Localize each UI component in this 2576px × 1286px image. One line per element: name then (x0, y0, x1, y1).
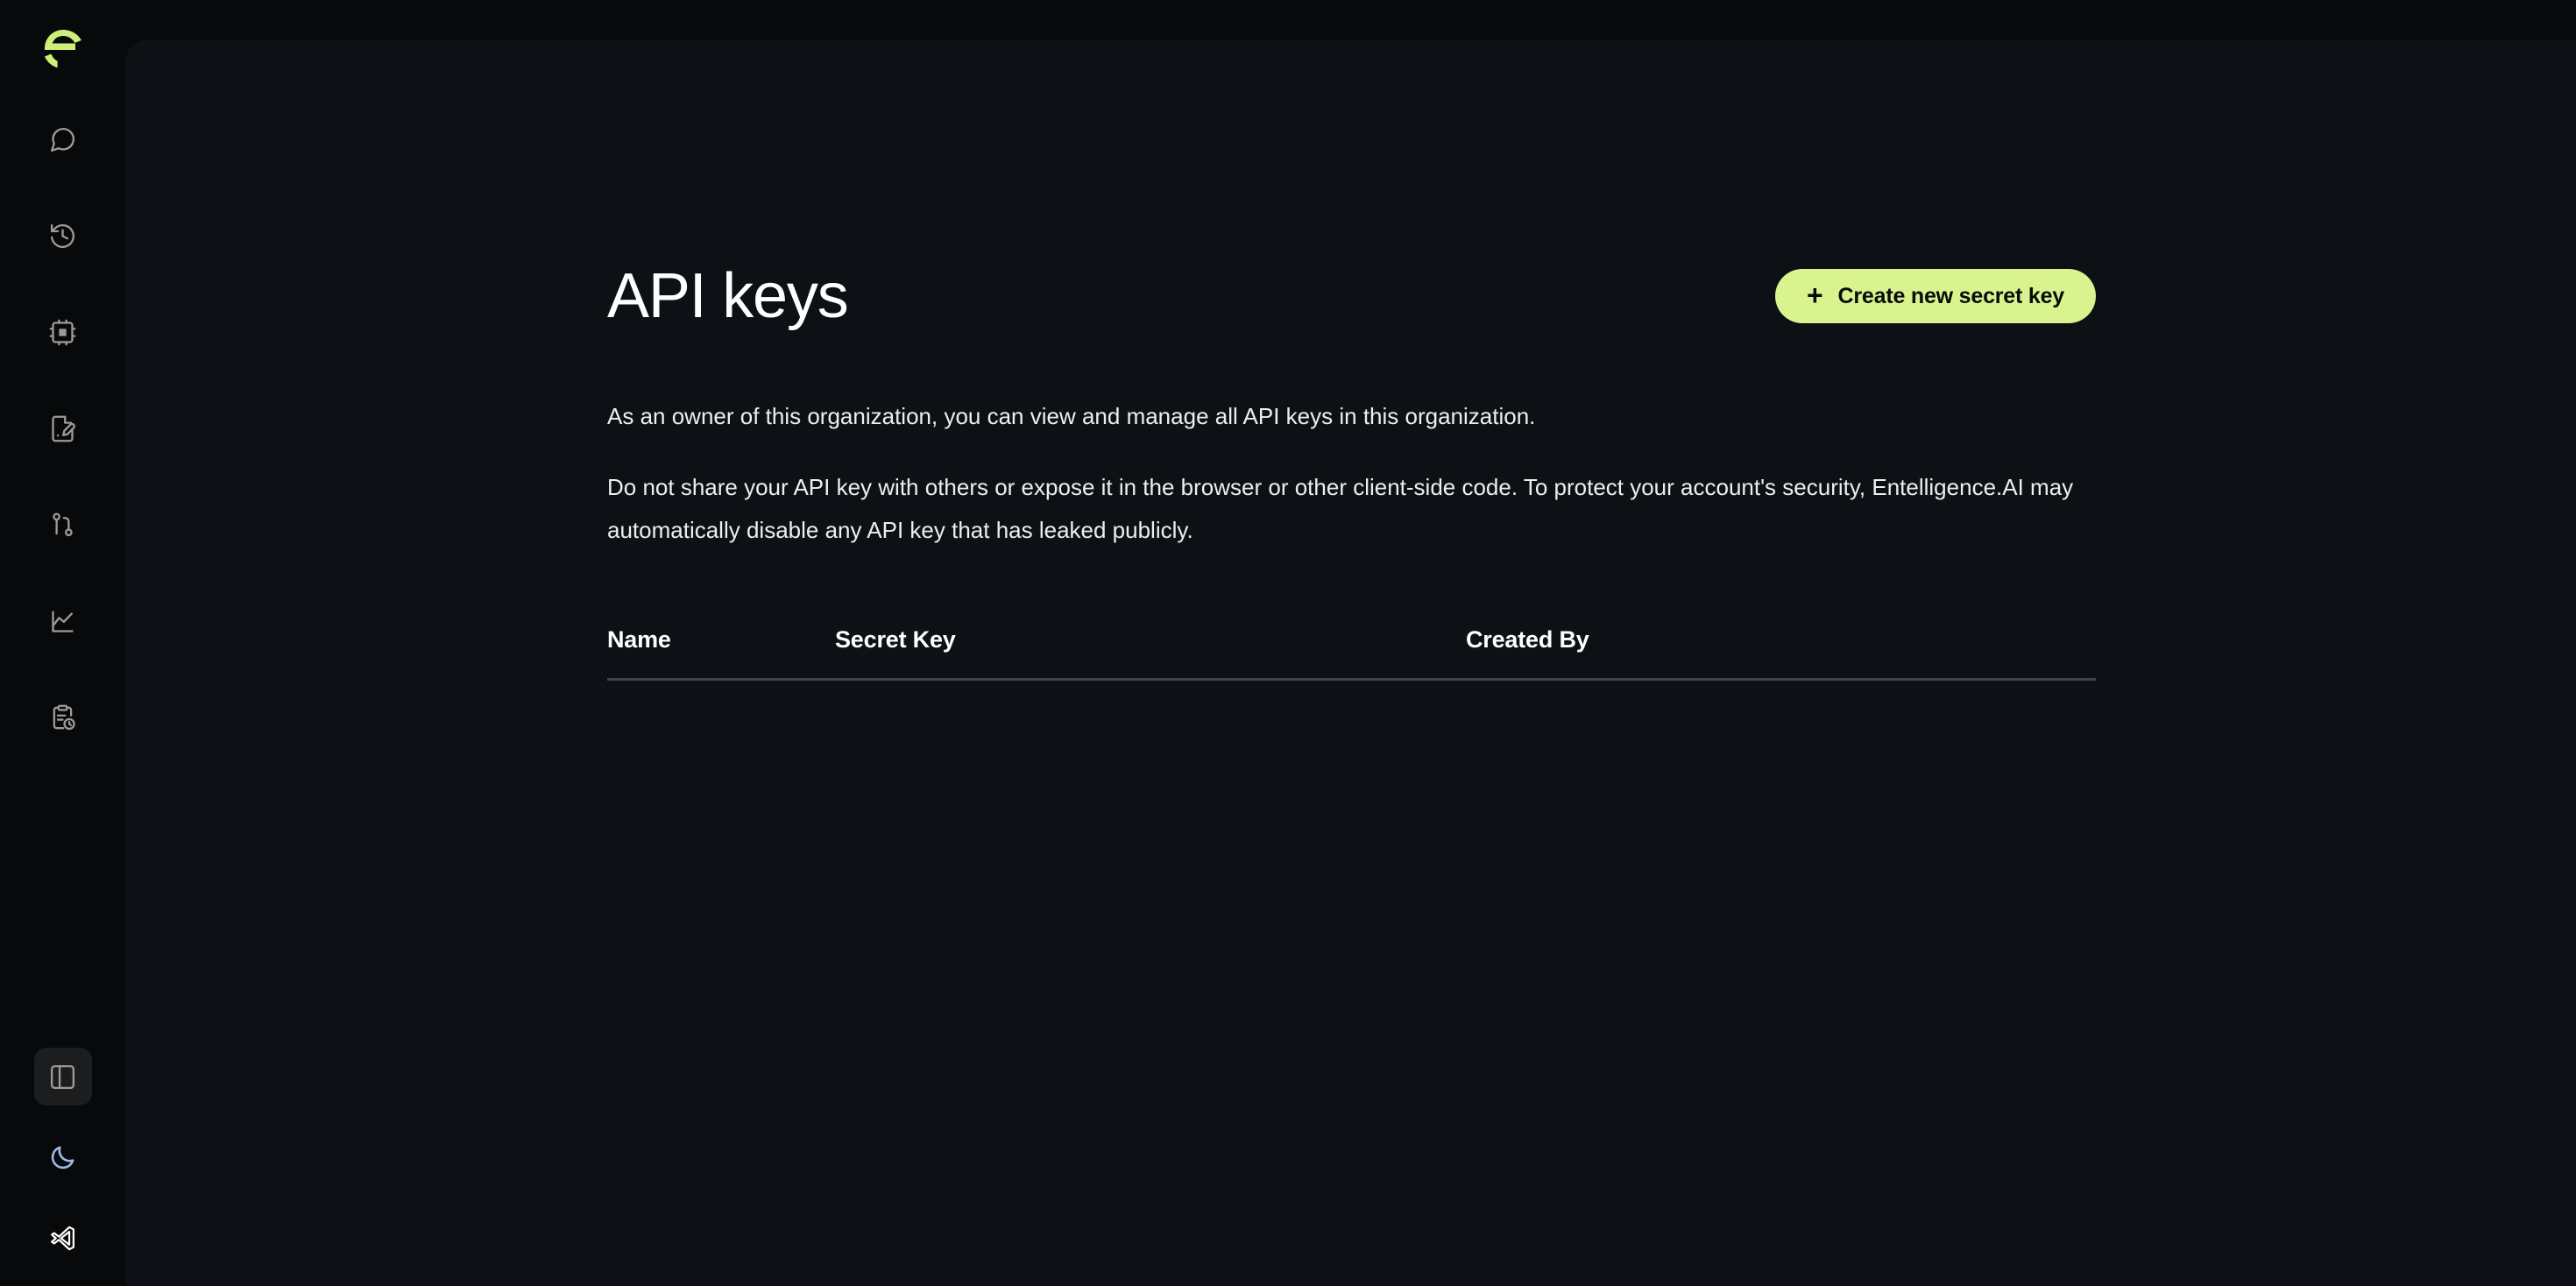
table-body (607, 681, 2096, 751)
git-branch-icon (48, 511, 77, 540)
column-header-secret-key: Secret Key (835, 626, 956, 653)
sidebar-item-docs[interactable] (34, 399, 92, 457)
line-chart-icon (48, 607, 77, 636)
moon-icon (48, 1143, 77, 1172)
sidebar-item-reports[interactable] (34, 689, 92, 746)
column-header-name: Name (607, 626, 671, 653)
file-pen-icon (48, 414, 77, 443)
create-new-secret-key-button[interactable]: + Create new secret key (1775, 269, 2096, 323)
chat-bubble-icon (48, 125, 77, 154)
sidebar-nav-bottom (0, 1048, 125, 1267)
api-keys-table: Name Secret Key Created By (607, 611, 2096, 751)
sidebar-item-vscode-extension[interactable] (34, 1209, 92, 1267)
sidebar (0, 0, 125, 1286)
description-owner-note: As an owner of this organization, you ca… (607, 403, 1536, 429)
create-button-label: Create new secret key (1837, 283, 2065, 308)
sidebar-item-chat[interactable] (34, 110, 92, 168)
sidebar-item-agents[interactable] (34, 303, 92, 361)
entelligence-e-logo[interactable] (40, 26, 86, 72)
description-security-note: Do not share your API key with others or… (607, 474, 2074, 543)
clipboard-clock-icon (48, 703, 77, 732)
sidebar-item-toggle-sidebar[interactable] (33, 1048, 92, 1106)
plus-icon: + (1807, 279, 1823, 311)
panel-left-icon (48, 1063, 77, 1092)
sidebar-item-history[interactable] (34, 207, 92, 265)
sidebar-nav-top (34, 110, 92, 785)
sidebar-item-theme-toggle[interactable] (34, 1128, 92, 1186)
main-panel: API keys + Create new secret key As an o… (125, 39, 2576, 1286)
table-header-row: Name Secret Key Created By (607, 611, 2096, 655)
vscode-icon (48, 1224, 77, 1253)
sidebar-item-pull-requests[interactable] (34, 496, 92, 554)
page-title: API keys (607, 261, 849, 331)
page-header: API keys + Create new secret key (607, 254, 2096, 338)
sidebar-item-analytics[interactable] (34, 592, 92, 650)
api-keys-content: API keys + Create new secret key As an o… (607, 254, 2096, 751)
cpu-chip-icon (48, 318, 77, 347)
history-clock-icon (48, 222, 77, 251)
api-keys-page: API keys + Create new secret key As an o… (0, 0, 2576, 1286)
column-header-created-by: Created By (1466, 626, 1589, 653)
